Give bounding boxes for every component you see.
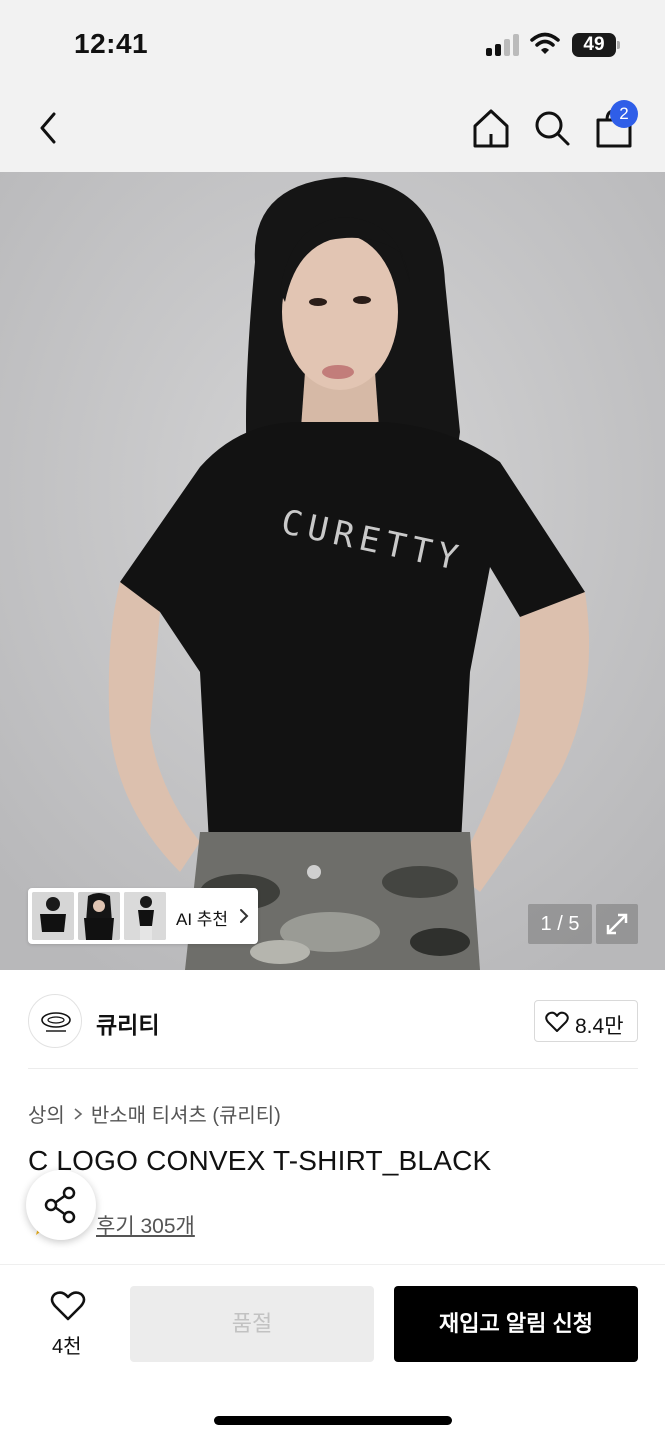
battery-tip — [617, 41, 620, 49]
review-link[interactable]: 후기 305개 — [96, 1210, 195, 1240]
status-bar: 12:41 49 — [0, 0, 665, 88]
search-icon[interactable] — [533, 108, 571, 148]
signal-icon — [486, 34, 520, 56]
wifi-icon — [530, 32, 560, 54]
chevron-right-icon — [74, 1108, 83, 1120]
thumbnail-1[interactable] — [32, 892, 74, 940]
share-icon — [44, 1186, 76, 1224]
soldout-button[interactable]: 품절 — [130, 1286, 374, 1362]
brand-like-count: 8.4만 — [575, 1015, 624, 1038]
home-icon[interactable] — [472, 106, 510, 150]
brand-name[interactable]: 큐리티 — [96, 1006, 159, 1040]
brand-logo[interactable] — [28, 994, 82, 1048]
product-title: C LOGO CONVEX T-SHIRT_BLACK — [28, 1145, 492, 1176]
heart-icon[interactable] — [50, 1290, 86, 1322]
model-photo — [0, 172, 665, 970]
restock-alert-button[interactable]: 재입고 알림 신청 — [394, 1286, 638, 1362]
share-button[interactable] — [26, 1170, 96, 1240]
back-icon[interactable] — [32, 108, 68, 148]
thumbnail-3[interactable] — [124, 892, 166, 940]
image-page-counter: 1 / 5 — [528, 904, 592, 944]
thumbnail-2[interactable] — [78, 892, 120, 940]
home-indicator[interactable] — [214, 1416, 452, 1425]
brand-like-button[interactable]: 8.4만 — [534, 1000, 638, 1042]
breadcrumb-item-category[interactable]: 상의 — [28, 1105, 65, 1127]
cart-badge: 2 — [610, 100, 638, 128]
expand-icon — [606, 913, 628, 935]
breadcrumb: 상의 반소매 티셔츠 (큐리티) — [28, 1099, 281, 1128]
heart-icon — [545, 1011, 569, 1032]
ai-recommend-label: AI 추천 — [176, 910, 229, 929]
status-time: 12:41 — [74, 28, 149, 59]
ai-recommend-strip[interactable]: AI 추천 — [28, 888, 258, 944]
battery-icon: 49 — [572, 33, 616, 57]
divider — [28, 1068, 638, 1069]
wish-count: 4천 — [52, 1336, 82, 1358]
product-image[interactable]: CURETTY — [0, 172, 665, 970]
breadcrumb-item-subcategory[interactable]: 반소매 티셔츠 (큐리티) — [91, 1105, 281, 1127]
chevron-right-icon — [240, 909, 249, 923]
expand-button[interactable] — [596, 904, 638, 944]
nav-bar — [0, 88, 665, 172]
